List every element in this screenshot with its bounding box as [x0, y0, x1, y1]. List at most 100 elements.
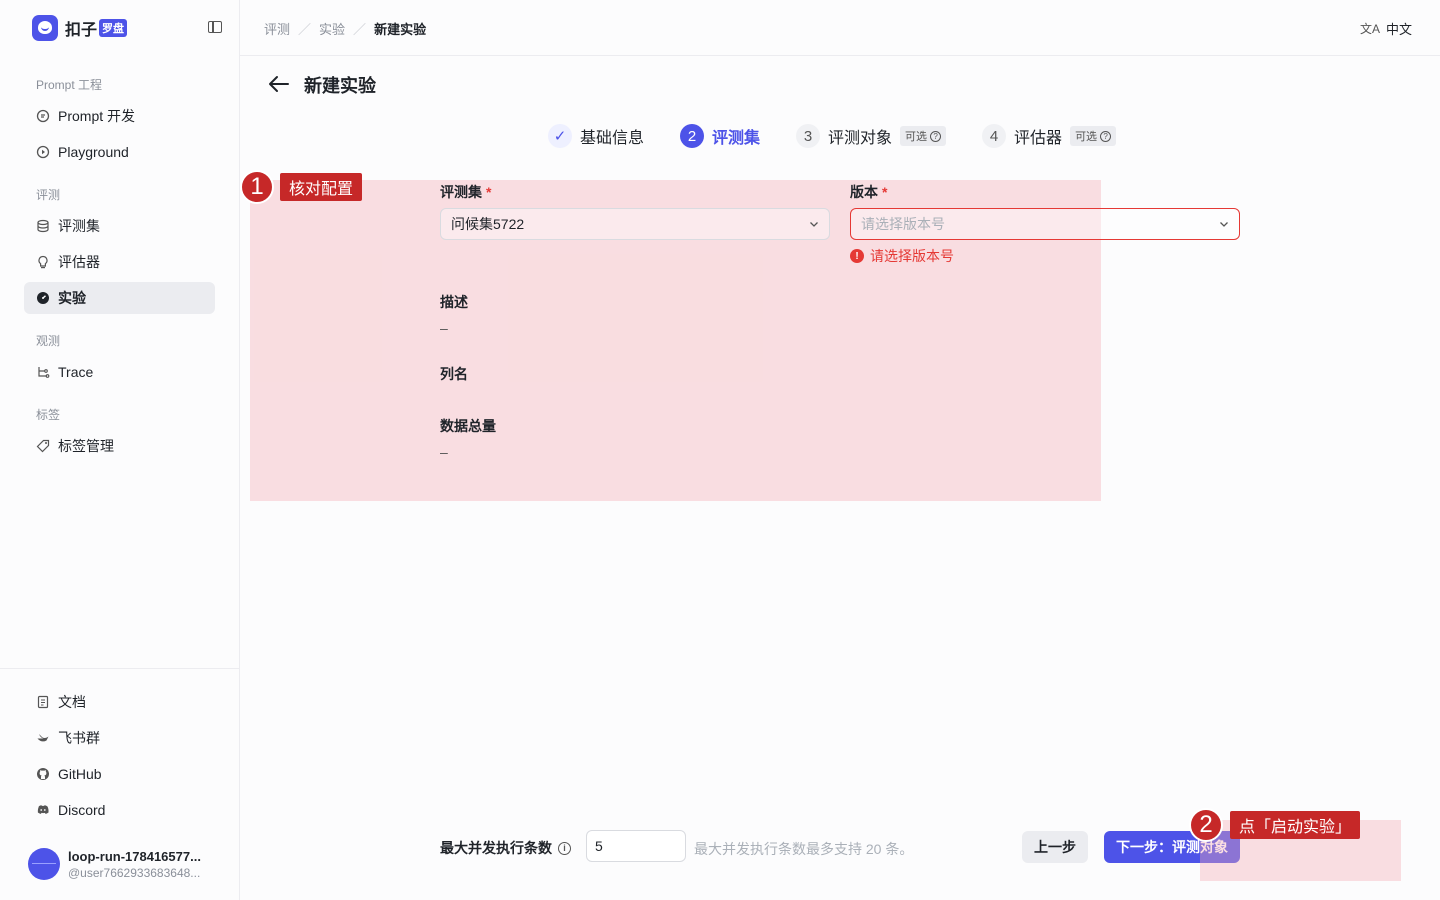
sidebar-item-evaluator[interactable]: 评估器: [24, 246, 215, 278]
sidebar-item-feishu[interactable]: 飞书群: [24, 722, 215, 754]
annotation-marker-1: 1: [240, 170, 274, 204]
trace-icon: [36, 365, 50, 379]
sidebar-item-label: Discord: [58, 802, 106, 818]
eval-set-select[interactable]: 问候集5722: [440, 208, 830, 240]
total-value: –: [440, 444, 448, 460]
sidebar-item-trace[interactable]: Trace: [24, 356, 215, 388]
database-icon: [36, 219, 50, 233]
sidebar-item-label: 实验: [58, 290, 86, 306]
brand-name: 扣子: [65, 22, 98, 39]
chevron-down-icon: [810, 222, 818, 227]
breadcrumb-item-current: 新建实验: [374, 22, 427, 37]
sidebar-item-label: Trace: [58, 364, 94, 380]
play-icon: [36, 145, 50, 159]
step-number: 2: [680, 124, 705, 148]
language-label: 中文: [1385, 22, 1412, 37]
language-switch[interactable]: 文A 中文: [1360, 19, 1412, 38]
bulb-icon: [36, 255, 50, 269]
annotation-label-1: 核对配置: [280, 173, 363, 201]
step-eval-target[interactable]: 3 评测对象 可选?: [796, 124, 947, 148]
version-select[interactable]: 请选择版本号: [850, 208, 1240, 240]
help-icon: ?: [930, 130, 942, 142]
avatar: [28, 848, 60, 880]
annotation-marker-2: 2: [1189, 808, 1223, 842]
breadcrumb-item-eval[interactable]: 评测: [264, 19, 290, 38]
description-label: 描述: [440, 294, 468, 310]
version-placeholder: 请选择版本号: [861, 216, 945, 232]
step-evaluator[interactable]: 4 评估器 可选?: [982, 124, 1117, 148]
sidebar-item-label: 标签管理: [58, 438, 114, 454]
optional-badge: 可选?: [900, 126, 947, 146]
stepper: ✓ 基础信息 2 评测集 3 评测对象 可选? 4 评估器 可选?: [548, 124, 1152, 148]
help-icon: ?: [1100, 130, 1112, 142]
step-number: 4: [982, 124, 1007, 148]
step-label: 评测对象: [828, 130, 893, 147]
version-error-text: 请选择版本号: [870, 248, 954, 264]
concurrency-hint: 最大并发执行条数最多支持 20 条。: [694, 841, 914, 857]
logo[interactable]: 扣子 罗盘: [32, 14, 222, 42]
info-icon[interactable]: i: [558, 841, 571, 855]
eval-set-value: 问候集5722: [451, 216, 525, 232]
prev-step-button[interactable]: 上一步: [1022, 831, 1088, 863]
chevron-down-icon: [1220, 222, 1228, 227]
concurrency-input[interactable]: [586, 830, 686, 862]
tag-icon: [36, 439, 50, 453]
breadcrumb-separator: ／: [298, 22, 312, 37]
sidebar-item-label: 评测集: [58, 218, 100, 234]
document-icon: [36, 695, 50, 709]
group-label-observe: 观测: [36, 334, 61, 348]
coze-logo-icon: [32, 15, 58, 41]
eval-set-label: 评测集 *: [440, 184, 492, 200]
dashboard-icon: [36, 291, 50, 305]
sidebar-item-label: 评估器: [58, 254, 100, 270]
step-number: 3: [796, 124, 821, 148]
check-icon: ✓: [548, 124, 572, 148]
discord-icon: [36, 803, 50, 817]
user-profile[interactable]: loop-run-178416577... @user7662933683648…: [28, 846, 228, 882]
sidebar-item-label: Playground: [58, 144, 129, 160]
page-title: 新建实验: [304, 76, 376, 96]
sidebar-item-experiment[interactable]: 实验: [24, 282, 215, 314]
sidebar-collapse-icon[interactable]: [208, 21, 222, 33]
sidebar-divider: [0, 668, 239, 669]
step-basic-info[interactable]: ✓ 基础信息: [548, 124, 644, 148]
sidebar-item-playground[interactable]: Playground: [24, 136, 215, 168]
brand-badge: 罗盘: [99, 19, 128, 37]
user-name: loop-run-178416577...: [68, 848, 201, 864]
sidebar-item-label: Prompt 开发: [58, 108, 136, 124]
total-label: 数据总量: [440, 418, 496, 434]
sidebar-item-prompt-dev[interactable]: Prompt 开发: [24, 100, 215, 132]
sidebar-item-github[interactable]: GitHub: [24, 758, 215, 790]
concurrency-label: 最大并发执行条数 i: [440, 838, 571, 858]
breadcrumb: 评测 ／ 实验 ／ 新建实验: [264, 19, 426, 38]
feishu-icon: [36, 731, 50, 745]
group-label-eval: 评测: [36, 188, 61, 202]
prompt-icon: [36, 109, 50, 123]
breadcrumb-separator: ／: [353, 22, 367, 37]
step-eval-set[interactable]: 2 评测集: [680, 124, 760, 148]
translate-icon: 文A: [1359, 22, 1380, 36]
version-error: ! 请选择版本号: [850, 246, 954, 266]
step-label: 基础信息: [580, 130, 645, 147]
back-arrow-icon[interactable]: [268, 74, 290, 94]
github-icon: [36, 767, 50, 781]
version-label: 版本 *: [850, 184, 888, 200]
breadcrumb-item-experiment[interactable]: 实验: [319, 19, 345, 38]
description-value: –: [440, 320, 448, 336]
top-bar: 评测 ／ 实验 ／ 新建实验 文A 中文: [240, 0, 1440, 56]
error-icon: !: [850, 249, 864, 263]
sidebar-item-docs[interactable]: 文档: [24, 686, 215, 718]
optional-badge: 可选?: [1070, 126, 1117, 146]
sidebar-item-label: 文档: [58, 694, 86, 710]
user-id: @user7662933683648...: [68, 865, 201, 880]
columns-label: 列名: [440, 366, 468, 382]
sidebar-item-label: 飞书群: [58, 730, 100, 746]
sidebar-item-eval-set[interactable]: 评测集: [24, 210, 215, 242]
sidebar-item-discord[interactable]: Discord: [24, 794, 215, 826]
annotation-label-2: 点「启动实验」: [1230, 811, 1361, 839]
sidebar-item-tag-manage[interactable]: 标签管理: [24, 430, 215, 462]
group-label-tags: 标签: [36, 408, 61, 422]
sidebar-item-label: GitHub: [58, 766, 102, 782]
step-label: 评估器: [1014, 130, 1063, 147]
sidebar: 扣子 罗盘 Prompt 工程 Prompt 开发 Playground 评测 …: [0, 0, 240, 900]
